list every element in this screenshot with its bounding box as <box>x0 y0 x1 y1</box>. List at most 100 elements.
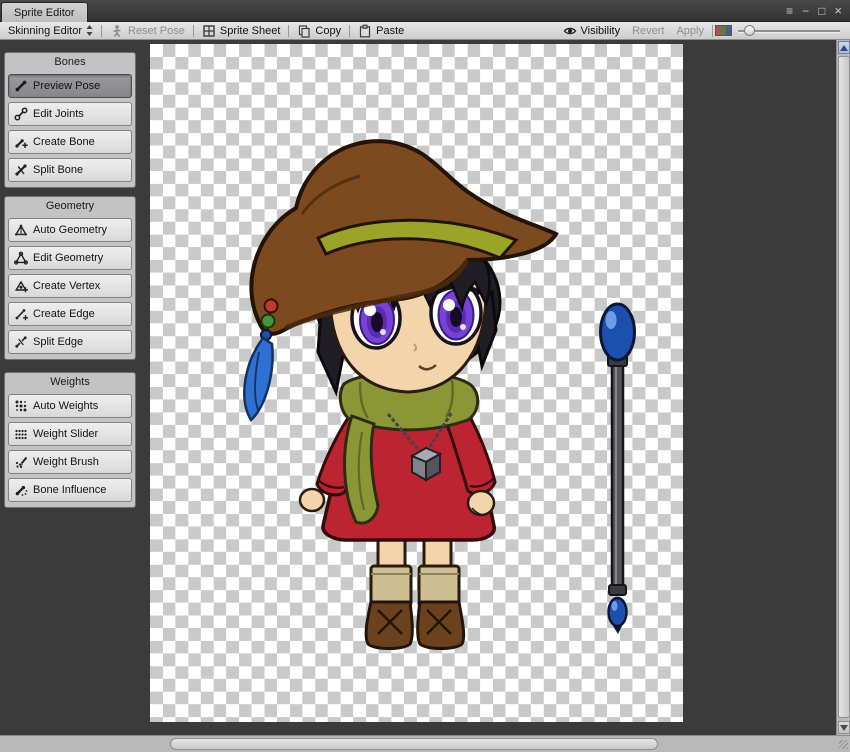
skinning-editor-label: Skinning Editor <box>8 24 82 37</box>
vertical-scrollbar[interactable] <box>836 40 850 735</box>
window-controls: ≡ − □ × <box>786 0 842 22</box>
copy-label: Copy <box>315 24 342 37</box>
skinning-editor-dropdown[interactable]: Skinning Editor <box>2 22 99 39</box>
copy-icon <box>299 24 311 38</box>
paste-button[interactable]: Paste <box>352 22 410 39</box>
zoom-slider-knob[interactable] <box>744 24 755 36</box>
paste-icon <box>360 24 371 37</box>
close-icon[interactable]: × <box>834 0 842 22</box>
edit-geometry-button[interactable]: Edit Geometry <box>8 246 132 270</box>
create-edge-button[interactable]: Create Edge <box>8 302 132 326</box>
create-edge-label: Create Edge <box>33 308 95 320</box>
panel-weights: Weights Auto Weights Weight Slider Weigh… <box>4 372 136 508</box>
auto-geometry-label: Auto Geometry <box>33 224 107 236</box>
panel-geometry-title: Geometry <box>45 200 95 212</box>
panel-bones-title: Bones <box>54 56 86 68</box>
scroll-down-button[interactable] <box>838 721 850 734</box>
toolbar: Skinning Editor Reset Pose Sprite Sheet … <box>0 22 850 40</box>
create-edge-icon <box>15 309 28 321</box>
bone-influence-button[interactable]: Bone Influence <box>8 478 132 502</box>
staff-sprite <box>599 302 636 634</box>
weight-brush-label: Weight Brush <box>33 456 99 468</box>
scroll-up-icon <box>840 44 848 51</box>
split-bone-label: Split Bone <box>33 164 84 176</box>
toolbar-separator <box>192 24 194 37</box>
sprite-sheet-button[interactable]: Sprite Sheet <box>196 22 287 39</box>
boots <box>364 600 466 650</box>
create-vertex-label: Create Vertex <box>33 280 101 292</box>
horizontal-scrollbar[interactable] <box>0 735 836 752</box>
revert-button[interactable]: Revert <box>626 22 670 39</box>
preview-pose-label: Preview Pose <box>33 80 101 92</box>
tab-sprite-editor[interactable]: Sprite Editor <box>1 2 88 22</box>
panel-geometry: Geometry Auto Geometry Edit Geometry Cre… <box>4 196 136 360</box>
panel-weights-title: Weights <box>50 376 90 388</box>
auto-geometry-icon <box>15 224 27 236</box>
edit-geometry-label: Edit Geometry <box>33 252 104 264</box>
toolbar-separator <box>349 24 351 37</box>
weight-slider-icon <box>15 429 27 440</box>
zoom-slider[interactable] <box>738 22 840 40</box>
weight-slider-button[interactable]: Weight Slider <box>8 422 132 446</box>
weight-slider-label: Weight Slider <box>33 428 99 440</box>
reset-pose-button[interactable]: Reset Pose <box>104 22 191 39</box>
create-bone-label: Create Bone <box>33 136 95 148</box>
maximize-icon[interactable]: □ <box>818 0 825 22</box>
socks <box>369 564 413 608</box>
split-edge-button[interactable]: Split Edge <box>8 330 132 354</box>
panel-bones: Bones Preview Pose Edit Joints Create Bo… <box>4 52 136 188</box>
hand <box>298 487 326 513</box>
preview-pose-button[interactable]: Preview Pose <box>8 74 132 98</box>
sprite-sheet-label: Sprite Sheet <box>219 24 281 37</box>
sprite-artwork <box>243 139 636 650</box>
weight-brush-button[interactable]: Weight Brush <box>8 450 132 474</box>
scroll-up-button[interactable] <box>838 41 850 54</box>
visibility-eye-icon <box>563 27 576 34</box>
scroll-down-icon <box>840 724 848 731</box>
toolbar-separator <box>712 24 713 37</box>
create-bone-button[interactable]: Create Bone <box>8 130 132 154</box>
auto-weights-button[interactable]: Auto Weights <box>8 394 132 418</box>
split-edge-icon <box>15 336 27 348</box>
edit-joints-button[interactable]: Edit Joints <box>8 102 132 126</box>
auto-weights-icon <box>15 400 27 412</box>
paste-label: Paste <box>376 24 405 37</box>
character-sprite <box>243 139 559 650</box>
resize-grip[interactable] <box>836 735 850 752</box>
edit-joints-icon <box>14 107 28 121</box>
rgb-swatch-icon[interactable] <box>715 25 732 36</box>
tab-title: Sprite Editor <box>14 7 75 19</box>
dropdown-arrows-icon <box>86 25 93 36</box>
copy-button[interactable]: Copy <box>291 22 347 39</box>
split-bone-icon <box>15 164 27 176</box>
reset-pose-icon <box>113 24 121 37</box>
preview-pose-icon <box>15 80 27 92</box>
minimize-icon[interactable]: − <box>802 0 809 22</box>
auto-geometry-button[interactable]: Auto Geometry <box>8 218 132 242</box>
toolbar-separator <box>101 24 102 37</box>
create-bone-icon <box>15 139 28 148</box>
visibility-button[interactable]: Visibility <box>557 22 627 39</box>
split-edge-label: Split Edge <box>33 336 84 348</box>
skinning-viewport: Bones Preview Pose Edit Joints Create Bo… <box>0 40 836 735</box>
horizontal-scrollbar-thumb[interactable] <box>170 738 658 750</box>
feather <box>243 336 274 422</box>
sprite-canvas[interactable] <box>150 44 683 722</box>
titlebar: Sprite Editor ≡ − □ × <box>0 0 850 22</box>
sprite-editor-window: Sprite Editor ≡ − □ × Skinning Editor Re… <box>0 0 850 752</box>
sprite-sheet-icon <box>203 24 215 37</box>
pane-menu-icon[interactable]: ≡ <box>786 0 793 22</box>
create-vertex-button[interactable]: Create Vertex <box>8 274 132 298</box>
auto-weights-label: Auto Weights <box>33 400 99 412</box>
bone-influence-label: Bone Influence <box>33 484 107 496</box>
weight-brush-icon <box>15 456 28 469</box>
vertical-scrollbar-thumb[interactable] <box>838 56 850 718</box>
toolbar-separator <box>288 24 290 37</box>
apply-label: Apply <box>676 24 704 37</box>
visibility-label: Visibility <box>580 24 621 37</box>
apply-button[interactable]: Apply <box>670 22 710 39</box>
revert-label: Revert <box>632 24 665 37</box>
split-bone-button[interactable]: Split Bone <box>8 158 132 182</box>
edit-geometry-icon <box>14 251 28 265</box>
reset-pose-label: Reset Pose <box>128 24 185 37</box>
